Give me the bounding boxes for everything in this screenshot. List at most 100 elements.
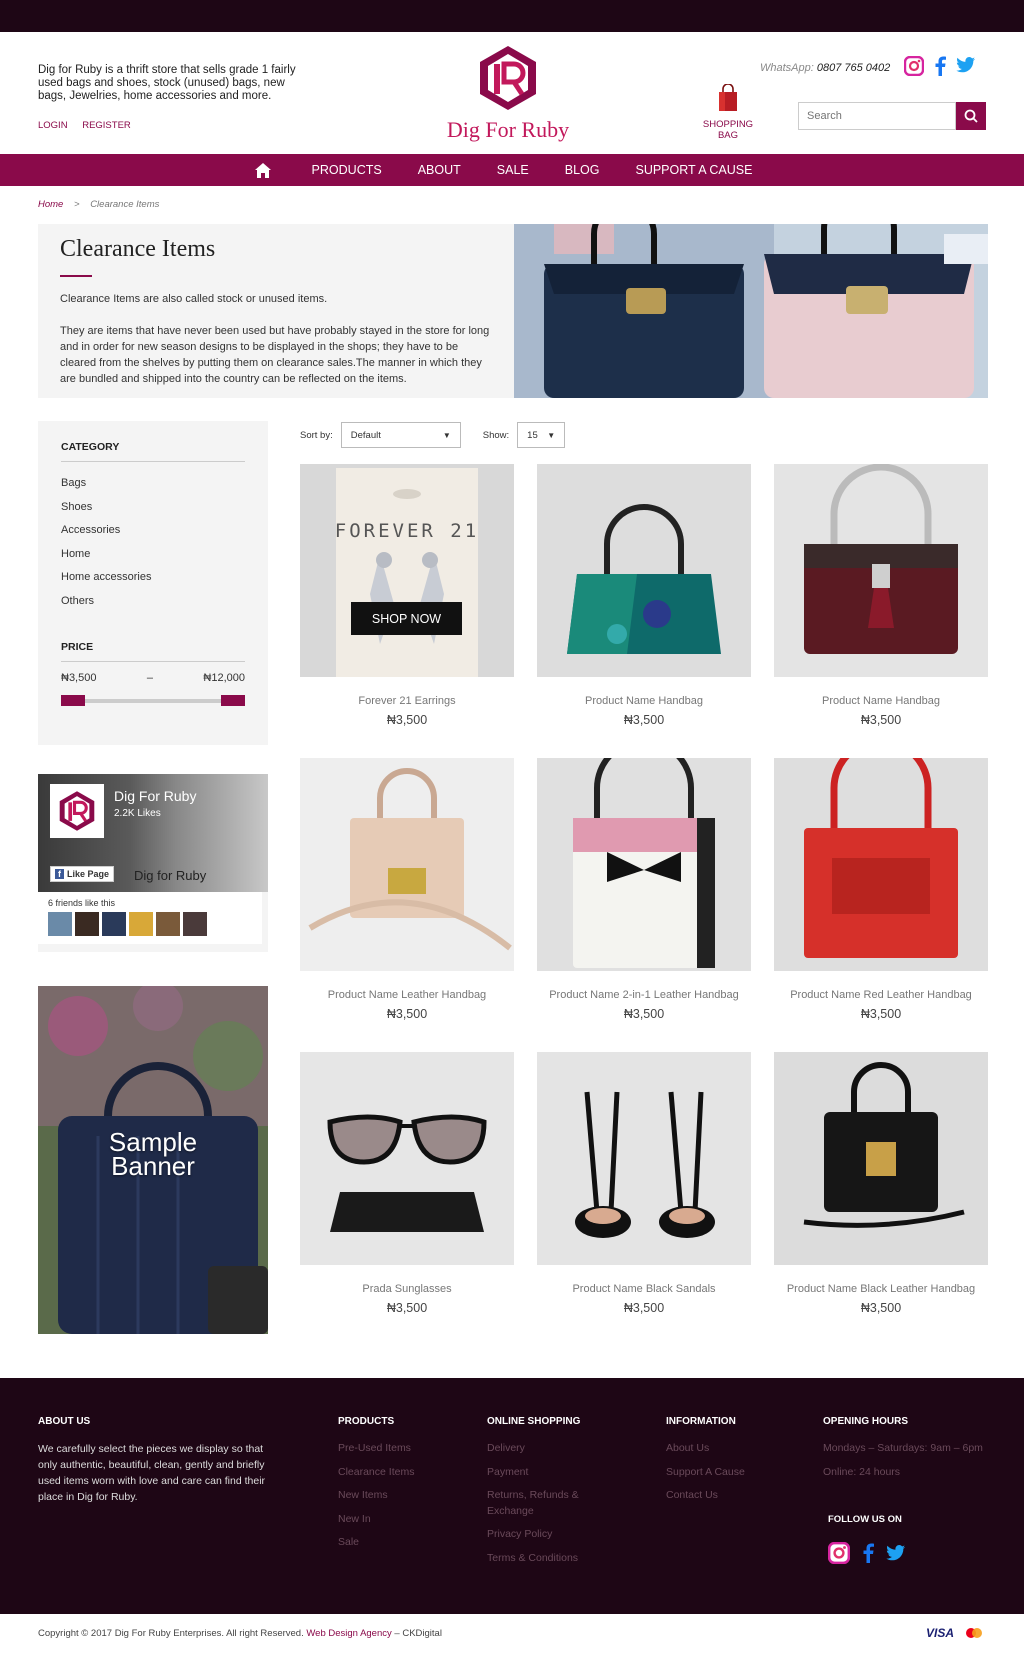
instagram-icon[interactable] xyxy=(828,1542,850,1564)
footer-link-returns[interactable]: Returns, Refunds & Exchange xyxy=(487,1488,597,1519)
show-select[interactable]: 15 ▼ xyxy=(517,422,566,448)
product-card[interactable]: Product Name 2-in-1 Leather Handbag ₦3,5… xyxy=(537,758,751,1021)
footer-link-about[interactable]: About Us xyxy=(666,1441,745,1457)
search-button[interactable] xyxy=(956,102,986,130)
product-card[interactable]: Product Name Black Leather Handbag ₦3,50… xyxy=(774,1052,988,1315)
product-image[interactable] xyxy=(537,464,751,677)
agency-link[interactable]: Web Design Agency xyxy=(306,1628,391,1639)
product-name[interactable]: Product Name Black Sandals xyxy=(537,1283,751,1295)
register-link[interactable]: REGISTER xyxy=(82,120,131,131)
login-link[interactable]: LOGIN xyxy=(38,120,68,131)
chevron-down-icon: ▼ xyxy=(547,430,556,440)
product-image[interactable] xyxy=(300,1052,514,1265)
product-card[interactable]: Product Name Red Leather Handbag ₦3,500 xyxy=(774,758,988,1021)
product-image[interactable] xyxy=(537,1052,751,1265)
product-image[interactable]: FOREVER 21 SHOP NOW xyxy=(300,464,514,677)
shop-now-button[interactable]: SHOP NOW xyxy=(351,602,462,635)
product-name[interactable]: Forever 21 Earrings xyxy=(300,695,514,707)
product-name[interactable]: Product Name 2-in-1 Leather Handbag xyxy=(537,989,751,1001)
category-accessories[interactable]: Accessories xyxy=(61,519,245,543)
price-slider-min-handle[interactable] xyxy=(61,695,85,706)
facebook-page-avatar[interactable] xyxy=(50,784,104,838)
breadcrumb-separator: > xyxy=(73,199,80,210)
footer-link-terms[interactable]: Terms & Conditions xyxy=(487,1551,597,1567)
copyright-dash: – xyxy=(394,1628,400,1639)
category-home[interactable]: Home xyxy=(61,543,245,567)
footer-link-payment[interactable]: Payment xyxy=(487,1465,597,1481)
site-logo[interactable]: Dig For Ruby xyxy=(438,44,578,144)
search-input[interactable] xyxy=(798,102,956,130)
avatar[interactable] xyxy=(102,912,126,936)
nav-sale[interactable]: SALE xyxy=(497,163,529,177)
product-card[interactable]: Prada Sunglasses ₦3,500 xyxy=(300,1052,514,1315)
product-image[interactable] xyxy=(537,758,751,971)
facebook-icon[interactable] xyxy=(862,1543,874,1563)
twitter-icon[interactable] xyxy=(886,1544,906,1562)
avatar[interactable] xyxy=(156,912,180,936)
sample-banner[interactable]: Sample Banner xyxy=(38,986,268,1334)
price-slider-max-handle[interactable] xyxy=(221,695,245,706)
footer-link-privacy[interactable]: Privacy Policy xyxy=(487,1527,597,1543)
product-card[interactable]: Product Name Black Sandals ₦3,500 xyxy=(537,1052,751,1315)
footer-link-new-in[interactable]: New In xyxy=(338,1512,414,1528)
shopping-bag[interactable]: SHOPPING BAG xyxy=(692,83,764,141)
facebook-icon[interactable] xyxy=(934,56,946,76)
footer-link-support[interactable]: Support A Cause xyxy=(666,1465,745,1481)
product-name[interactable]: Product Name Handbag xyxy=(537,695,751,707)
footer-link-new-items[interactable]: New Items xyxy=(338,1488,414,1504)
price-dash: – xyxy=(146,672,153,684)
product-image[interactable] xyxy=(774,1052,988,1265)
footer-link-pre-used[interactable]: Pre-Used Items xyxy=(338,1441,414,1457)
category-others[interactable]: Others xyxy=(61,590,245,614)
product-name[interactable]: Prada Sunglasses xyxy=(300,1283,514,1295)
footer-hours-heading: OPENING HOURS xyxy=(823,1416,909,1427)
product-card[interactable]: Product Name Leather Handbag ₦3,500 xyxy=(300,758,514,1021)
footer-link-contact[interactable]: Contact Us xyxy=(666,1488,745,1504)
product-name[interactable]: Product Name Black Leather Handbag xyxy=(774,1283,988,1295)
facebook-page-title[interactable]: Dig For Ruby xyxy=(114,788,196,804)
footer-link-sale[interactable]: Sale xyxy=(338,1535,414,1551)
product-name[interactable]: Product Name Red Leather Handbag xyxy=(774,989,988,1001)
facebook-likes-count: 2.2K Likes xyxy=(114,808,161,819)
intro-paragraph-1: Clearance Items are also called stock or… xyxy=(60,293,328,305)
instagram-icon[interactable] xyxy=(904,56,924,76)
nav-support[interactable]: SUPPORT A CAUSE xyxy=(635,163,752,177)
footer-about: ABOUT US We carefully select the pieces … xyxy=(38,1416,268,1505)
breadcrumb: Home > Clearance Items xyxy=(38,199,159,210)
nav-home[interactable] xyxy=(254,162,272,179)
title-underline xyxy=(60,275,92,277)
category-home-accessories[interactable]: Home accessories xyxy=(61,566,245,590)
avatar[interactable] xyxy=(75,912,99,936)
product-image[interactable] xyxy=(300,758,514,971)
nav-about[interactable]: ABOUT xyxy=(418,163,461,177)
nav-blog[interactable]: BLOG xyxy=(565,163,600,177)
price-slider[interactable] xyxy=(61,692,245,712)
product-name[interactable]: Product Name Handbag xyxy=(774,695,988,707)
facebook-widget: Dig For Ruby 2.2K Likes f Like Page Dig f… xyxy=(38,774,268,952)
product-card[interactable]: Product Name Handbag ₦3,500 xyxy=(537,464,751,727)
nav-products[interactable]: PRODUCTS xyxy=(312,163,382,177)
filter-sidebar: CATEGORY Bags Shoes Accessories Home Hom… xyxy=(38,421,268,745)
search-icon xyxy=(964,109,978,123)
sort-select[interactable]: Default ▼ xyxy=(340,422,461,448)
twitter-icon[interactable] xyxy=(956,56,976,74)
footer-link-clearance[interactable]: Clearance Items xyxy=(338,1465,414,1481)
product-card[interactable]: FOREVER 21 SHOP NOW Forever 21 Earrings … xyxy=(300,464,514,727)
avatar[interactable] xyxy=(48,912,72,936)
category-shoes[interactable]: Shoes xyxy=(61,496,245,520)
avatar[interactable] xyxy=(183,912,207,936)
product-price: ₦3,500 xyxy=(386,1007,428,1021)
product-name[interactable]: Product Name Leather Handbag xyxy=(300,989,514,1001)
product-image[interactable] xyxy=(774,464,988,677)
facebook-like-button[interactable]: f Like Page xyxy=(50,866,115,882)
product-card[interactable]: Product Name Handbag ₦3,500 xyxy=(774,464,988,727)
breadcrumb-home[interactable]: Home xyxy=(38,199,63,210)
footer-shopping-heading: ONLINE SHOPPING xyxy=(487,1416,581,1427)
follow-us-label: FOLLOW US ON xyxy=(828,1514,902,1525)
category-bags[interactable]: Bags xyxy=(61,472,245,496)
product-price: ₦3,500 xyxy=(860,713,902,727)
footer-link-delivery[interactable]: Delivery xyxy=(487,1441,597,1457)
avatar[interactable] xyxy=(129,912,153,936)
product-image[interactable] xyxy=(774,758,988,971)
footer-social xyxy=(828,1542,906,1564)
